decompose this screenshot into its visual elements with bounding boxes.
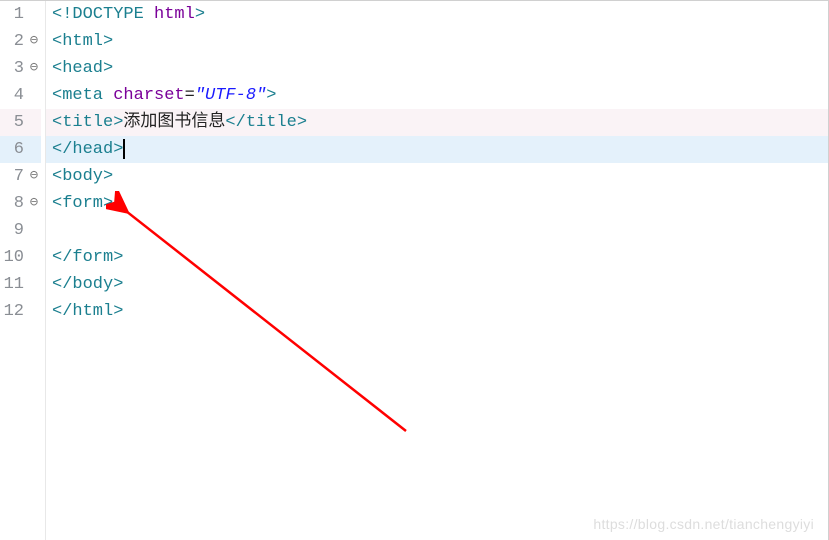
gutter-line: 2⊖: [0, 28, 41, 55]
gutter-line: 1: [0, 1, 41, 28]
watermark-text: https://blog.csdn.net/tianchengyiyi: [593, 516, 814, 532]
code-line[interactable]: </head>: [46, 136, 828, 163]
code-line[interactable]: <body>: [46, 163, 828, 190]
fold-icon[interactable]: ⊖: [27, 170, 41, 184]
gutter-line: 11: [0, 271, 41, 298]
text-cursor: [123, 139, 125, 159]
fold-icon[interactable]: ⊖: [27, 197, 41, 211]
code-line[interactable]: <head>: [46, 55, 828, 82]
gutter-line: 9: [0, 217, 41, 244]
fold-icon[interactable]: ⊖: [27, 35, 41, 49]
gutter-line: 12: [0, 298, 41, 325]
code-line[interactable]: <!DOCTYPE html>: [46, 1, 828, 28]
gutter-line: 7⊖: [0, 163, 41, 190]
code-line[interactable]: </body>: [46, 271, 828, 298]
fold-icon[interactable]: ⊖: [27, 62, 41, 76]
code-line[interactable]: <title>添加图书信息</title>: [46, 109, 828, 136]
code-area[interactable]: <!DOCTYPE html> <html> <head> <meta char…: [46, 1, 828, 540]
gutter-line: 4: [0, 82, 41, 109]
code-line[interactable]: <html>: [46, 28, 828, 55]
code-line[interactable]: </html>: [46, 298, 828, 325]
code-editor: 1 2⊖ 3⊖ 4 5 6 7⊖ 8⊖ 9 10 11 12 <!DOCTYPE…: [0, 1, 828, 540]
gutter-line: 6: [0, 136, 41, 163]
code-line[interactable]: <meta charset="UTF-8">: [46, 82, 828, 109]
gutter-line: 3⊖: [0, 55, 41, 82]
gutter-line: 8⊖: [0, 190, 41, 217]
code-line[interactable]: <form>: [46, 190, 828, 217]
code-line[interactable]: [46, 217, 828, 244]
gutter-line: 10: [0, 244, 41, 271]
code-line[interactable]: </form>: [46, 244, 828, 271]
gutter-line: 5: [0, 109, 41, 136]
line-number-gutter: 1 2⊖ 3⊖ 4 5 6 7⊖ 8⊖ 9 10 11 12: [0, 1, 46, 540]
